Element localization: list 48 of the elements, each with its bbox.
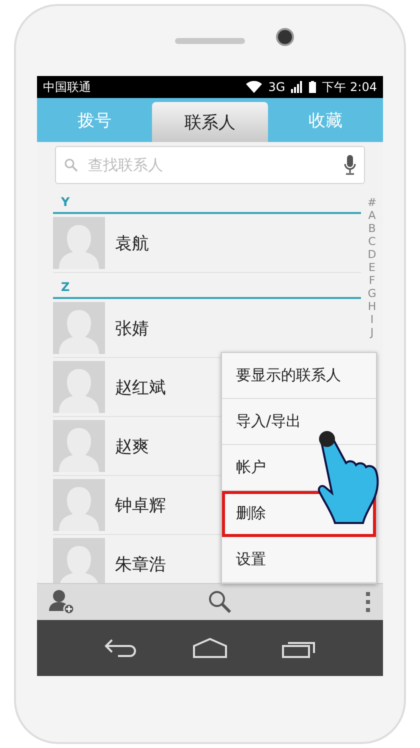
tab[interactable]: 联系人 xyxy=(152,102,268,142)
microphone-icon[interactable] xyxy=(344,155,356,175)
camera-lens xyxy=(276,28,294,46)
add-contact-icon[interactable] xyxy=(49,589,75,615)
index-letter[interactable]: J xyxy=(370,326,374,339)
search-field[interactable]: 查找联系人 xyxy=(86,156,336,174)
back-icon[interactable] xyxy=(104,638,138,658)
index-letter[interactable]: H xyxy=(368,300,376,313)
index-letter[interactable]: C xyxy=(368,235,376,248)
avatar-icon xyxy=(53,420,105,472)
battery-icon xyxy=(309,81,316,93)
menu-item[interactable]: 删除 xyxy=(222,491,376,537)
home-icon[interactable] xyxy=(192,638,228,658)
speaker-grille xyxy=(175,38,245,44)
avatar-icon xyxy=(53,217,105,269)
tab[interactable]: 收藏 xyxy=(268,98,383,142)
search-icon[interactable] xyxy=(208,590,232,614)
contact-name[interactable]: 袁航 xyxy=(115,232,149,254)
search-bar[interactable]: 查找联系人 xyxy=(55,146,365,184)
menu-item[interactable]: 要显示的联系人 xyxy=(222,353,376,399)
menu-item[interactable]: 设置 xyxy=(222,537,376,583)
index-letter[interactable]: D xyxy=(368,248,376,261)
index-letter[interactable]: G xyxy=(368,287,376,300)
index-letter[interactable]: I xyxy=(370,313,374,326)
section-letter: Z xyxy=(60,280,70,296)
index-letter[interactable]: # xyxy=(367,196,377,209)
signal-icon xyxy=(291,81,304,93)
clock-label: 下午 2:04 xyxy=(322,78,377,96)
wifi-icon xyxy=(246,81,262,93)
contact-name[interactable]: 朱章浩 xyxy=(115,552,166,576)
contact-name[interactable]: 赵红斌 xyxy=(115,376,166,398)
overflow-menu-icon[interactable] xyxy=(365,591,371,613)
index-letter[interactable]: B xyxy=(368,222,376,235)
index-letter[interactable]: F xyxy=(368,274,376,287)
tab[interactable]: 拨号 xyxy=(37,98,152,142)
hand-pointer-icon xyxy=(317,430,379,526)
avatar-icon xyxy=(53,361,105,413)
contact-name[interactable]: 钟卓辉 xyxy=(115,494,166,516)
search-icon xyxy=(64,158,78,172)
network-label: 3G xyxy=(268,80,286,94)
section-letter: Y xyxy=(60,195,70,211)
avatar-icon xyxy=(53,302,105,354)
index-letter[interactable]: A xyxy=(368,209,376,222)
index-letter[interactable]: E xyxy=(368,261,376,274)
contact-name[interactable]: 赵爽 xyxy=(115,434,149,458)
carrier-label: 中国联通 xyxy=(43,78,91,96)
avatar-icon xyxy=(53,479,105,531)
contact-name[interactable]: 张婧 xyxy=(115,316,149,340)
